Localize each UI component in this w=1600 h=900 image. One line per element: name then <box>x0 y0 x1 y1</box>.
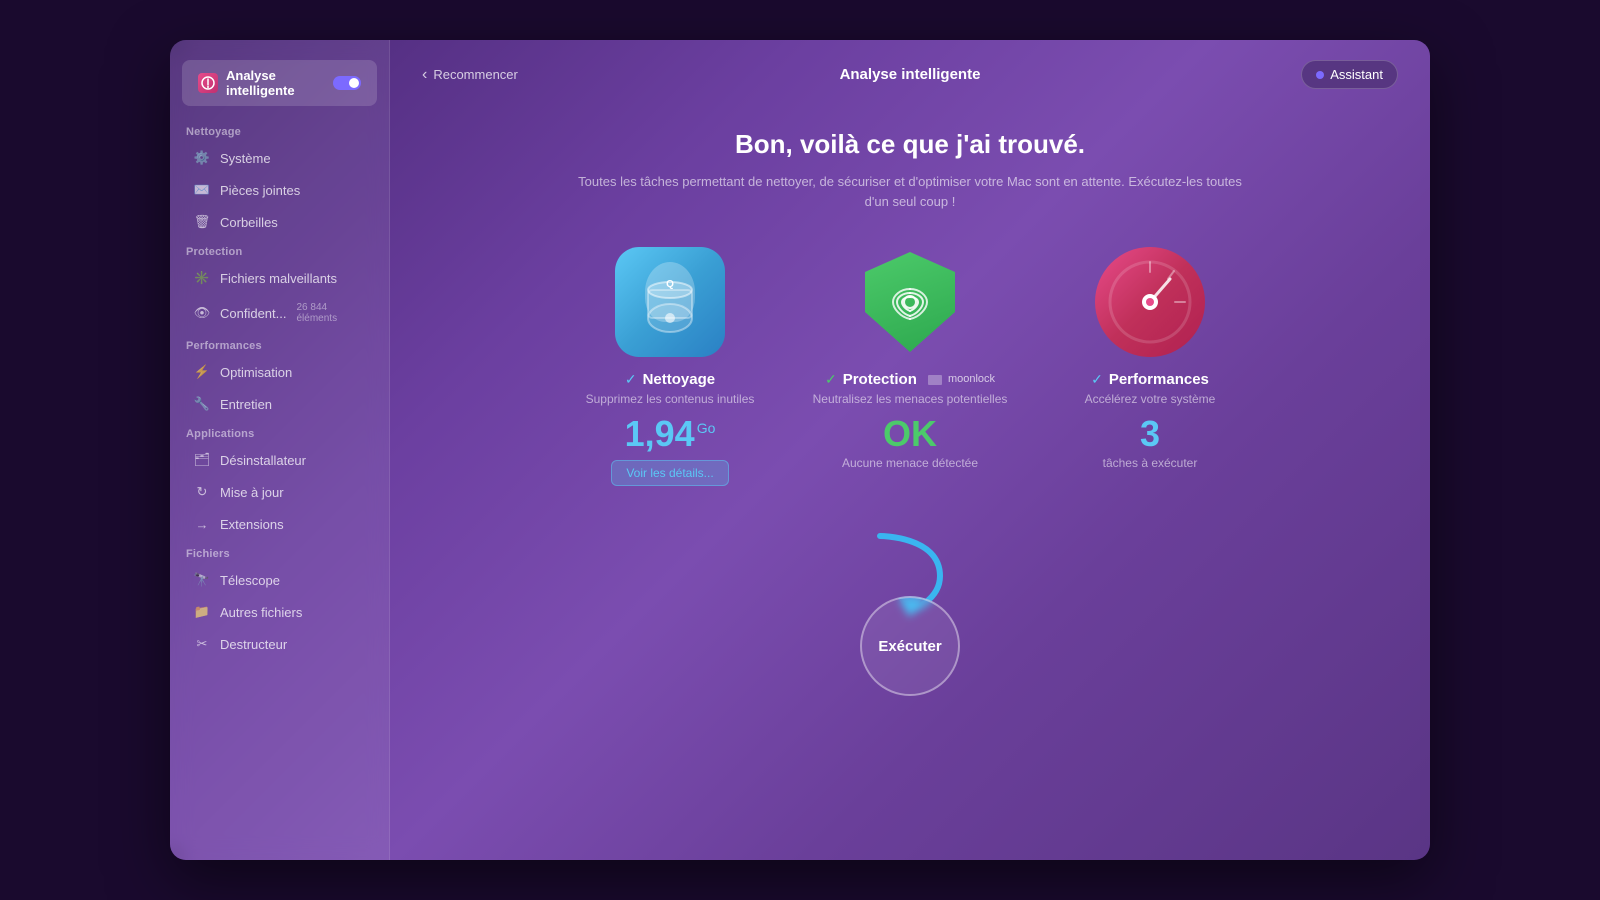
protection-check-icon: ✓ <box>825 371 837 388</box>
app-window: Analyse intelligente Nettoyage ⚙️ Systèm… <box>170 40 1430 860</box>
back-label: Recommencer <box>433 67 518 82</box>
protection-card-title: Protection <box>843 371 917 388</box>
mise-a-jour-icon: ↻ <box>194 484 210 500</box>
sidebar-item-entretien[interactable]: 🔧 Entretien <box>178 389 381 419</box>
sidebar-item-desinstallateur-label: Désinstallateur <box>220 453 306 468</box>
sidebar-item-pieces-jointes-label: Pièces jointes <box>220 183 300 198</box>
moonlock-logo: moonlock <box>927 373 995 385</box>
card-performances: ✓ Performances Accélérez votre système 3… <box>1040 247 1260 470</box>
sidebar-item-desinstallateur[interactable]: 🗂 Désinstallateur <box>178 445 381 475</box>
autres-fichiers-icon: 📁 <box>194 604 210 620</box>
assistant-dot-icon <box>1316 71 1324 79</box>
sidebar-item-corbeilles-label: Corbeilles <box>220 215 278 230</box>
section-nettoyage: Nettoyage <box>170 118 389 142</box>
card-nettoyage: Q ✓ Nettoyage Supprimez les contenus inu… <box>560 247 780 486</box>
sidebar-item-optimisation[interactable]: ⚡ Optimisation <box>178 357 381 387</box>
destructeur-icon: ✂ <box>194 636 210 652</box>
performances-card-header: ✓ Performances <box>1091 371 1209 388</box>
sidebar-item-fichiers-malveillants[interactable]: ✳️ Fichiers malveillants <box>178 263 381 293</box>
sidebar-item-corbeilles[interactable]: 🗑 Corbeilles <box>178 207 381 237</box>
sidebar-item-mise-a-jour-label: Mise à jour <box>220 485 284 500</box>
sidebar-item-destructeur-label: Destructeur <box>220 637 287 652</box>
cards-row: Q ✓ Nettoyage Supprimez les contenus inu… <box>560 247 1260 486</box>
nettoyage-card-icon: Q <box>615 247 725 357</box>
sidebar-item-telescope[interactable]: 🔭 Télescope <box>178 565 381 595</box>
nettoyage-card-header: ✓ Nettoyage <box>625 371 715 388</box>
performances-card-title: Performances <box>1109 371 1209 388</box>
card-protection: ✓ Protection moonlock Neutralisez les me… <box>800 247 1020 470</box>
back-arrow-icon: ‹ <box>422 66 427 84</box>
protection-card-icon <box>855 247 965 357</box>
analyse-icon <box>198 73 218 93</box>
optimisation-icon: ⚡ <box>194 364 210 380</box>
sidebar-toggle[interactable] <box>333 76 361 90</box>
sidebar-item-mise-a-jour[interactable]: ↻ Mise à jour <box>178 477 381 507</box>
assistant-label: Assistant <box>1330 67 1383 82</box>
nettoyage-details-button[interactable]: Voir les détails... <box>611 460 728 486</box>
nettoyage-unit: Go <box>697 420 716 436</box>
sidebar-item-pieces-jointes[interactable]: ✉️ Pièces jointes <box>178 175 381 205</box>
sidebar: Analyse intelligente Nettoyage ⚙️ Systèm… <box>170 40 390 860</box>
section-fichiers: Fichiers <box>170 540 389 564</box>
nettoyage-check-icon: ✓ <box>625 371 637 388</box>
telescope-icon: 🔭 <box>194 572 210 588</box>
sidebar-item-fichiers-malveillants-label: Fichiers malveillants <box>220 271 337 286</box>
sidebar-item-destructeur[interactable]: ✂ Destructeur <box>178 629 381 659</box>
sidebar-item-autres-fichiers[interactable]: 📁 Autres fichiers <box>178 597 381 627</box>
sidebar-active-item[interactable]: Analyse intelligente <box>182 60 377 106</box>
shield-shape <box>865 252 955 352</box>
performances-card-desc: Accélérez votre système <box>1085 392 1216 406</box>
entretien-icon: 🔧 <box>194 396 210 412</box>
execute-button[interactable]: Exécuter <box>860 596 960 696</box>
desinstallateur-icon: 🗂 <box>194 452 210 468</box>
sidebar-item-confident[interactable]: 👁 Confident... 26 844 éléments <box>178 295 381 331</box>
nettoyage-card-title: Nettoyage <box>643 371 716 388</box>
sidebar-item-extensions[interactable]: → Extensions <box>178 509 381 539</box>
nettoyage-card-desc: Supprimez les contenus inutiles <box>586 392 755 406</box>
protection-card-desc: Neutralisez les menaces potentielles <box>813 392 1008 406</box>
protection-card-value: OK <box>883 416 937 452</box>
sidebar-active-label: Analyse intelligente <box>226 68 325 98</box>
performances-card-value: 3 <box>1140 416 1160 452</box>
corbeilles-icon: 🗑 <box>194 214 210 230</box>
main-title: Bon, voilà ce que j'ai trouvé. <box>735 129 1085 160</box>
performances-check-icon: ✓ <box>1091 371 1103 388</box>
sidebar-item-systeme-label: Système <box>220 151 271 166</box>
execute-area: Exécuter <box>850 526 970 696</box>
section-protection: Protection <box>170 238 389 262</box>
content-area: Bon, voilà ce que j'ai trouvé. Toutes le… <box>390 109 1430 860</box>
sidebar-item-extensions-label: Extensions <box>220 517 284 532</box>
section-performances: Performances <box>170 332 389 356</box>
header-title: Analyse intelligente <box>840 66 981 83</box>
confident-icon: 👁 <box>194 305 210 321</box>
sidebar-item-confident-label: Confident... <box>220 306 287 321</box>
malveillants-icon: ✳️ <box>194 270 210 286</box>
main-content: ‹ Recommencer Analyse intelligente Assis… <box>390 40 1430 860</box>
sidebar-item-systeme[interactable]: ⚙️ Système <box>178 143 381 173</box>
sidebar-item-telescope-label: Télescope <box>220 573 280 588</box>
pieces-jointes-icon: ✉️ <box>194 182 210 198</box>
assistant-button[interactable]: Assistant <box>1301 60 1398 89</box>
performances-card-icon <box>1095 247 1205 357</box>
back-button[interactable]: ‹ Recommencer <box>422 66 518 84</box>
sidebar-item-entretien-label: Entretien <box>220 397 272 412</box>
confident-badge: 26 844 éléments <box>297 302 366 324</box>
nettoyage-card-value: 1,94Go <box>625 416 716 452</box>
main-subtitle: Toutes les tâches permettant de nettoyer… <box>570 172 1250 211</box>
section-applications: Applications <box>170 420 389 444</box>
systeme-icon: ⚙️ <box>194 150 210 166</box>
svg-text:Q: Q <box>666 279 674 290</box>
sidebar-item-optimisation-label: Optimisation <box>220 365 292 380</box>
sidebar-item-autres-fichiers-label: Autres fichiers <box>220 605 302 620</box>
protection-card-header: ✓ Protection moonlock <box>825 371 995 388</box>
protection-card-sub: Aucune menace détectée <box>842 456 978 470</box>
extensions-icon: → <box>194 516 210 532</box>
header: ‹ Recommencer Analyse intelligente Assis… <box>390 40 1430 109</box>
performances-card-sub: tâches à exécuter <box>1103 456 1198 470</box>
